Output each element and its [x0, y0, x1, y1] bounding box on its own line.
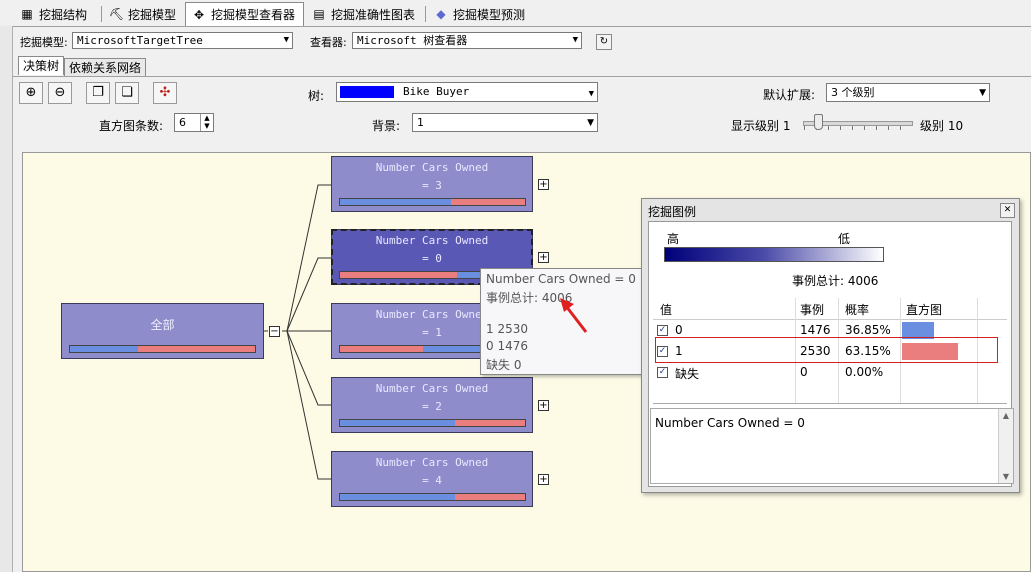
highlight-box [655, 337, 998, 363]
expand-icon[interactable]: + [538, 400, 549, 411]
vertical-scrollbar[interactable]: ▲ ▼ [998, 409, 1013, 483]
collapse-icon[interactable]: − [269, 326, 280, 337]
expand-icon[interactable]: + [538, 252, 549, 263]
legend-description-box: Number Cars Owned = 0 ▲ ▼ [650, 408, 1014, 484]
legend-high-label: 高 [667, 232, 680, 246]
node-histogram [339, 493, 526, 501]
legend-gradient-bar [664, 247, 884, 262]
scroll-up-icon[interactable]: ▲ [999, 411, 1013, 420]
tooltip-line: 1 2530 [486, 322, 528, 336]
expand-icon[interactable]: + [538, 474, 549, 485]
legend-low-label: 低 [838, 232, 851, 246]
tooltip-title: Number Cars Owned = 0 [486, 272, 636, 286]
tooltip-line: 0 1476 [486, 339, 528, 353]
node-histogram [339, 419, 526, 427]
legend-total: 事例总计: 4006 [792, 274, 879, 288]
tree-node-root[interactable]: 全部 [61, 303, 264, 359]
red-arrow-annotation [560, 298, 588, 333]
legend-row: ✓ 缺失 0 0.00% [657, 365, 884, 381]
tooltip-line: 缺失 0 [486, 358, 522, 372]
scroll-down-icon[interactable]: ▼ [999, 472, 1013, 481]
tree-node-cars-2[interactable]: Number Cars Owned = 2 [331, 377, 533, 433]
tree-node-cars-4[interactable]: Number Cars Owned = 4 [331, 451, 533, 507]
close-icon[interactable]: ✕ [1000, 203, 1015, 218]
tree-node-cars-3[interactable]: Number Cars Owned = 3 [331, 156, 533, 212]
expand-icon[interactable]: + [538, 179, 549, 190]
node-histogram [69, 345, 256, 353]
legend-table-header: 值 事例 概率 直方图 [653, 298, 1007, 320]
node-label: 全部 [150, 318, 175, 332]
checkbox-checked-icon[interactable]: ✓ [657, 325, 668, 336]
node-histogram [339, 198, 526, 206]
checkbox-checked-icon[interactable]: ✓ [657, 367, 668, 378]
legend-title: 挖掘图例 [648, 205, 697, 219]
